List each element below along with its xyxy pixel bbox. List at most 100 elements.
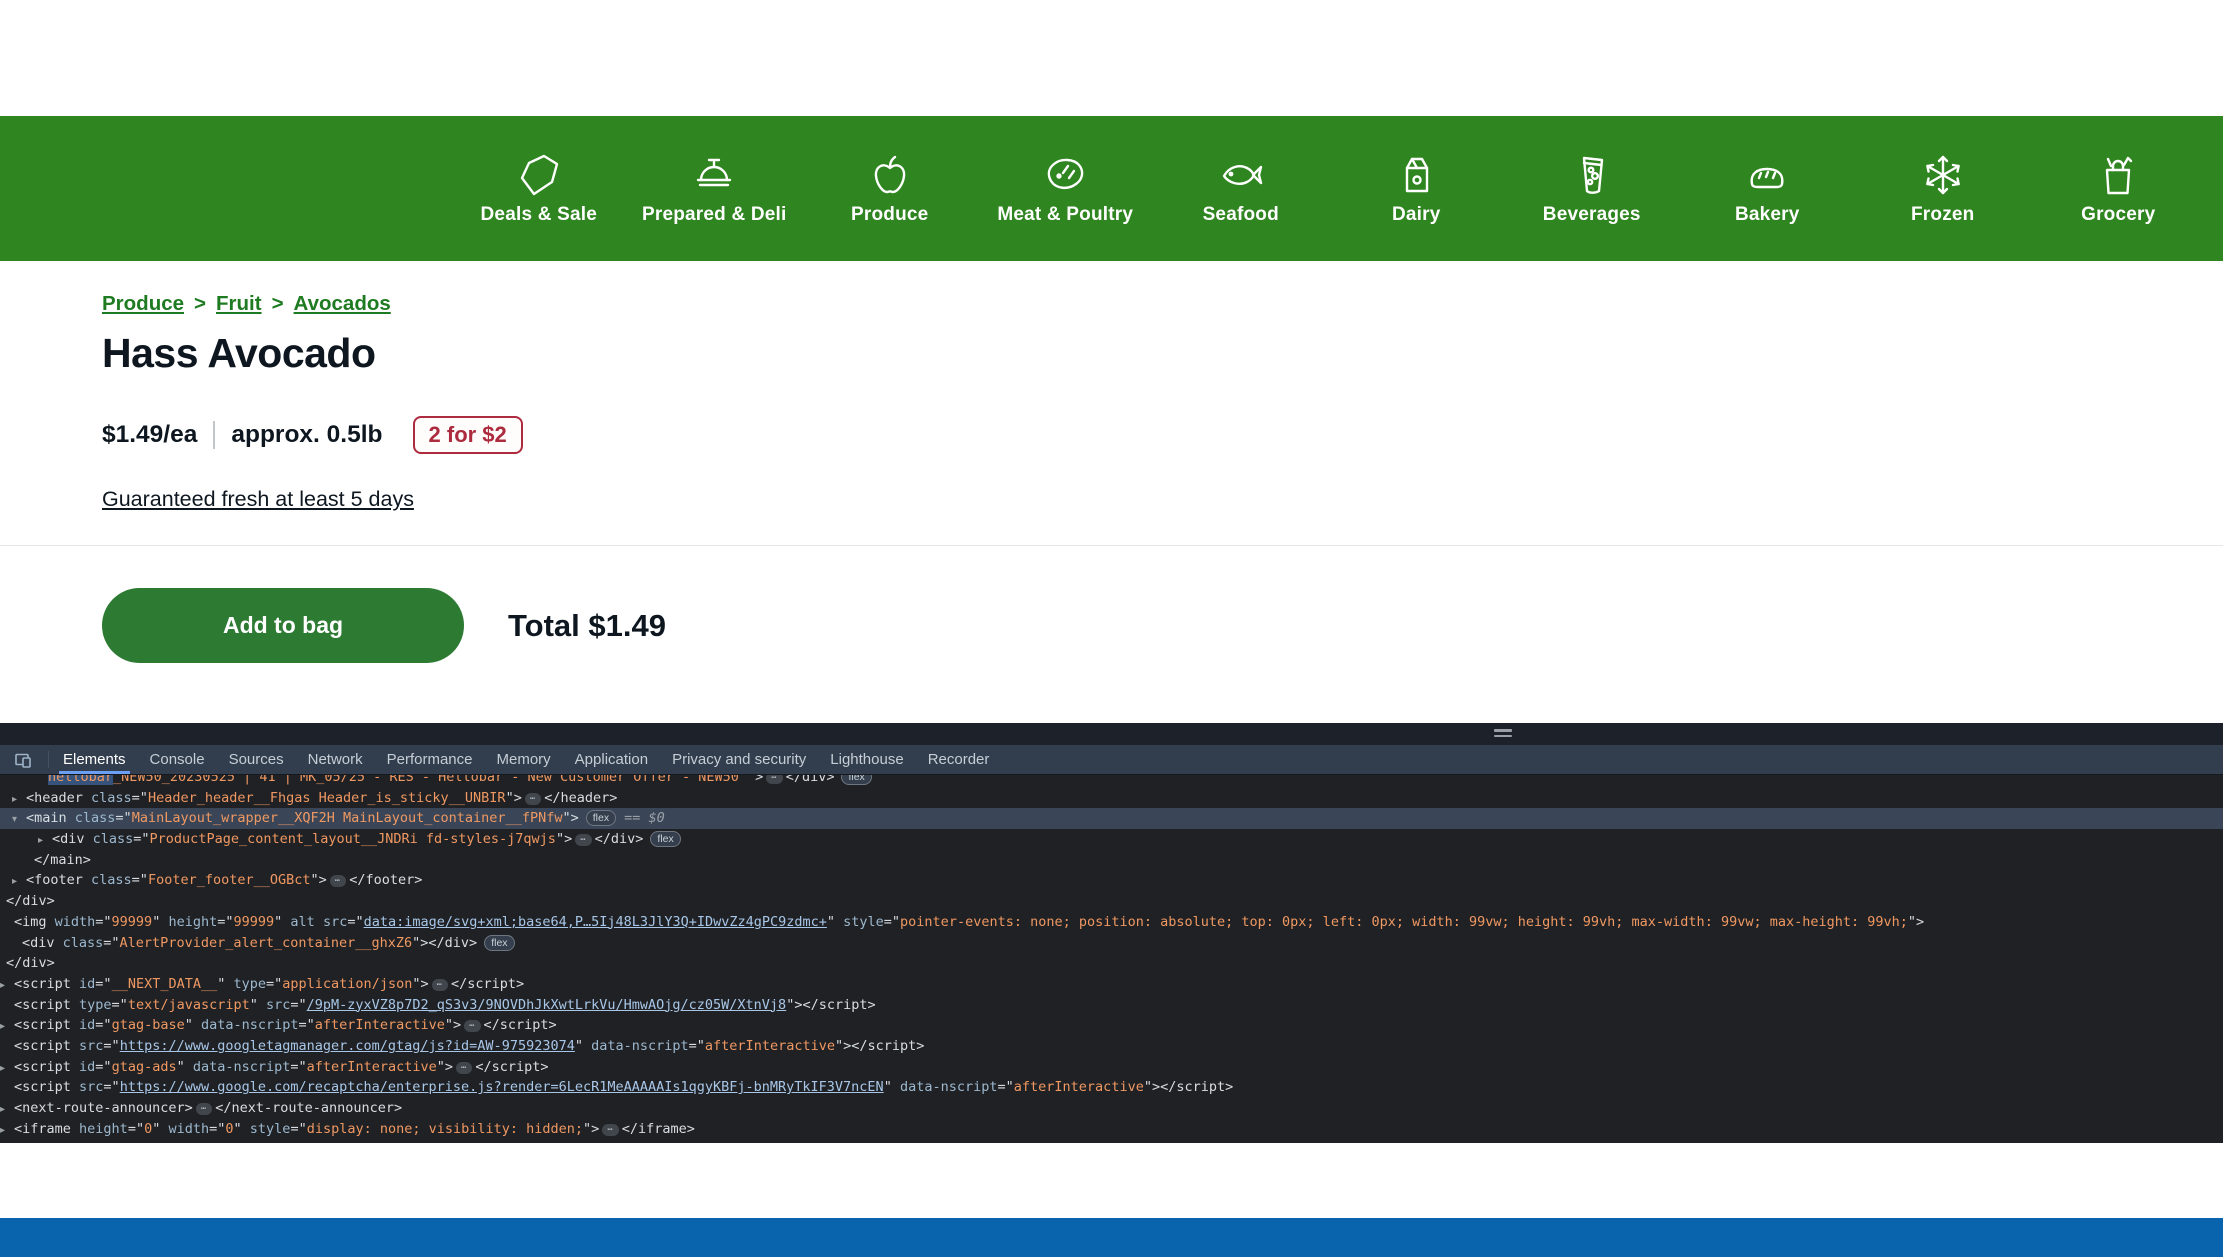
devtools-tab-network[interactable]: Network bbox=[296, 745, 375, 774]
devtools-resize-handle[interactable] bbox=[1494, 729, 1512, 738]
devtools-tab-recorder[interactable]: Recorder bbox=[916, 745, 1002, 774]
code-text: <script bbox=[14, 1038, 79, 1054]
nav-item-produce[interactable]: Produce bbox=[802, 116, 978, 261]
add-to-bag-button[interactable]: Add to bag bbox=[102, 588, 464, 663]
flex-badge[interactable]: flex bbox=[841, 775, 871, 785]
twisty-icon[interactable]: ▸ bbox=[38, 831, 52, 852]
dom-tree-node[interactable]: ▸<script id="__NEXT_DATA__" type="applic… bbox=[0, 974, 2223, 995]
code-text: "> bbox=[311, 872, 327, 888]
expand-inline-button[interactable]: ⋯ bbox=[464, 1020, 480, 1032]
dom-tree-node[interactable]: ▾<main class="MainLayout_wrapper__XQF2H … bbox=[0, 808, 2223, 829]
steak-icon bbox=[1041, 151, 1089, 199]
flex-badge[interactable]: flex bbox=[484, 935, 514, 951]
devtools-tab-elements[interactable]: Elements bbox=[51, 745, 138, 774]
code-text: afterInteractive bbox=[307, 1059, 437, 1075]
dom-tree-node[interactable]: </div> bbox=[0, 891, 2223, 912]
flex-badge[interactable]: flex bbox=[650, 831, 680, 847]
nav-item-beverages[interactable]: Beverages bbox=[1504, 116, 1680, 261]
devtools-tab-lighthouse[interactable]: Lighthouse bbox=[818, 745, 915, 774]
code-text: width bbox=[168, 1121, 209, 1137]
nav-item-prepared-deli[interactable]: Prepared & Deli bbox=[627, 116, 803, 261]
expand-inline-button[interactable]: ⋯ bbox=[575, 834, 591, 846]
device-toolbar-button[interactable] bbox=[0, 745, 46, 774]
expand-inline-button[interactable]: ⋯ bbox=[766, 775, 782, 784]
code-text: class bbox=[93, 831, 134, 847]
devtools-tab-privacy-and-security[interactable]: Privacy and security bbox=[660, 745, 818, 774]
dom-tree-node[interactable]: <script src="https://www.google.com/reca… bbox=[0, 1077, 2223, 1098]
nav-item-seafood[interactable]: Seafood bbox=[1153, 116, 1329, 261]
devtools-tab-memory[interactable]: Memory bbox=[485, 745, 563, 774]
breadcrumb-link-fruit[interactable]: Fruit bbox=[216, 292, 262, 315]
dom-tree-node[interactable]: ▸<div class="ProductPage_content_layout_… bbox=[0, 829, 2223, 850]
code-text: AlertProvider_alert_container__ghxZ6 bbox=[120, 935, 413, 951]
dom-tree-node[interactable]: <img width="99999" height="99999" alt sr… bbox=[0, 912, 2223, 933]
dom-tree-node[interactable]: ▸<iframe height="0" width="0" style="dis… bbox=[0, 1119, 2223, 1140]
code-text: height bbox=[79, 1121, 128, 1137]
twisty-icon[interactable]: ▸ bbox=[12, 790, 26, 811]
code-text: gtag-ads bbox=[112, 1059, 177, 1075]
dom-tree-node[interactable]: <div class="AlertProvider_alert_containe… bbox=[0, 933, 2223, 954]
devtools-tab-application[interactable]: Application bbox=[563, 745, 660, 774]
twisty-icon[interactable]: ▸ bbox=[0, 976, 14, 997]
code-text: =" bbox=[290, 997, 306, 1013]
price-divider bbox=[213, 421, 215, 449]
code-text: "> bbox=[747, 775, 763, 785]
expand-inline-button[interactable]: ⋯ bbox=[196, 1103, 212, 1115]
dom-tree-node[interactable]: </div> bbox=[0, 953, 2223, 974]
code-text: <script bbox=[14, 1059, 79, 1075]
dom-tree-node[interactable]: hellobar_NEW50_20230525 | 41 | MK_05/25 … bbox=[0, 775, 2223, 788]
code-text: " bbox=[217, 976, 233, 992]
code-text: afterInteractive bbox=[315, 1017, 445, 1033]
resource-link[interactable]: https://www.google.com/recaptcha/enterpr… bbox=[120, 1079, 884, 1095]
twisty-icon[interactable]: ▸ bbox=[0, 1059, 14, 1080]
expand-inline-button[interactable]: ⋯ bbox=[525, 793, 541, 805]
expand-inline-button[interactable]: ⋯ bbox=[602, 1124, 618, 1136]
nav-item-grocery[interactable]: Grocery bbox=[2031, 116, 2207, 261]
dom-tree-node[interactable]: ▸<next-route-announcer>⋯</next-route-ann… bbox=[0, 1098, 2223, 1119]
twisty-icon[interactable]: ▸ bbox=[0, 1121, 14, 1142]
resource-link[interactable]: /9pM-zyxVZ8p7D2_qS3v3/9NOVDhJkXwtLrkVu/H… bbox=[307, 997, 787, 1013]
breadcrumb-link-avocados[interactable]: Avocados bbox=[294, 292, 391, 315]
code-text: MainLayout_wrapper__XQF2H MainLayout_con… bbox=[132, 810, 563, 826]
flex-badge[interactable]: flex bbox=[586, 810, 616, 826]
resource-link[interactable]: data:image/svg+xml;base64,P…5Ij48L3JlY3Q… bbox=[364, 914, 827, 930]
dom-tree-node[interactable]: ▸<script id="gtag-ads" data-nscript="aft… bbox=[0, 1057, 2223, 1078]
expand-inline-button[interactable]: ⋯ bbox=[456, 1062, 472, 1074]
dom-tree-node[interactable]: ▸<footer class="Footer_footer__OGBct">⋯<… bbox=[0, 870, 2223, 891]
expand-inline-button[interactable]: ⋯ bbox=[330, 875, 346, 887]
dom-tree-node[interactable]: <script type="text/javascript" src="/9pM… bbox=[0, 995, 2223, 1016]
code-text bbox=[315, 914, 323, 930]
freshness-link[interactable]: Guaranteed fresh at least 5 days bbox=[102, 487, 414, 512]
code-text: width bbox=[55, 914, 96, 930]
nav-item-meat-poultry[interactable]: Meat & Poultry bbox=[978, 116, 1154, 261]
code-text: <footer bbox=[26, 872, 91, 888]
product-price: $1.49/ea bbox=[102, 421, 197, 449]
nav-item-frozen[interactable]: Frozen bbox=[1855, 116, 2031, 261]
nav-item-dairy[interactable]: Dairy bbox=[1329, 116, 1505, 261]
nav-item-deals-sale[interactable]: Deals & Sale bbox=[451, 116, 627, 261]
code-text: </div> bbox=[6, 955, 55, 971]
twisty-icon[interactable]: ▸ bbox=[0, 1100, 14, 1121]
devtools-panel: ElementsConsoleSourcesNetworkPerformance… bbox=[0, 723, 2223, 1143]
code-text: =" bbox=[132, 872, 148, 888]
nav-item-bakery[interactable]: Bakery bbox=[1680, 116, 1856, 261]
devtools-tab-performance[interactable]: Performance bbox=[375, 745, 485, 774]
dom-tree-node[interactable]: ▸<header class="Header_header__Fhgas Hea… bbox=[0, 788, 2223, 809]
breadcrumb-link-produce[interactable]: Produce bbox=[102, 292, 184, 315]
dom-tree-node[interactable]: ▸<script id="gtag-base" data-nscript="af… bbox=[0, 1015, 2223, 1036]
resource-link[interactable]: https://www.googletagmanager.com/gtag/js… bbox=[120, 1038, 575, 1054]
devtools-tab-console[interactable]: Console bbox=[138, 745, 217, 774]
code-text: 99999 bbox=[234, 914, 275, 930]
code-text: 0 bbox=[225, 1121, 233, 1137]
dom-tree-node[interactable]: </main> bbox=[0, 850, 2223, 871]
twisty-icon[interactable]: ▸ bbox=[0, 1017, 14, 1038]
dom-tree-node[interactable]: <script src="https://www.googletagmanage… bbox=[0, 1036, 2223, 1057]
code-text: gtag-base bbox=[112, 1017, 185, 1033]
code-text: </script> bbox=[1160, 1079, 1233, 1095]
twisty-icon[interactable]: ▸ bbox=[12, 872, 26, 893]
devtools-tab-sources[interactable]: Sources bbox=[217, 745, 296, 774]
twisty-icon[interactable]: ▾ bbox=[12, 810, 26, 831]
nav-item-label: Frozen bbox=[1911, 204, 1974, 226]
expand-inline-button[interactable]: ⋯ bbox=[432, 979, 448, 991]
code-text: "> bbox=[556, 831, 572, 847]
